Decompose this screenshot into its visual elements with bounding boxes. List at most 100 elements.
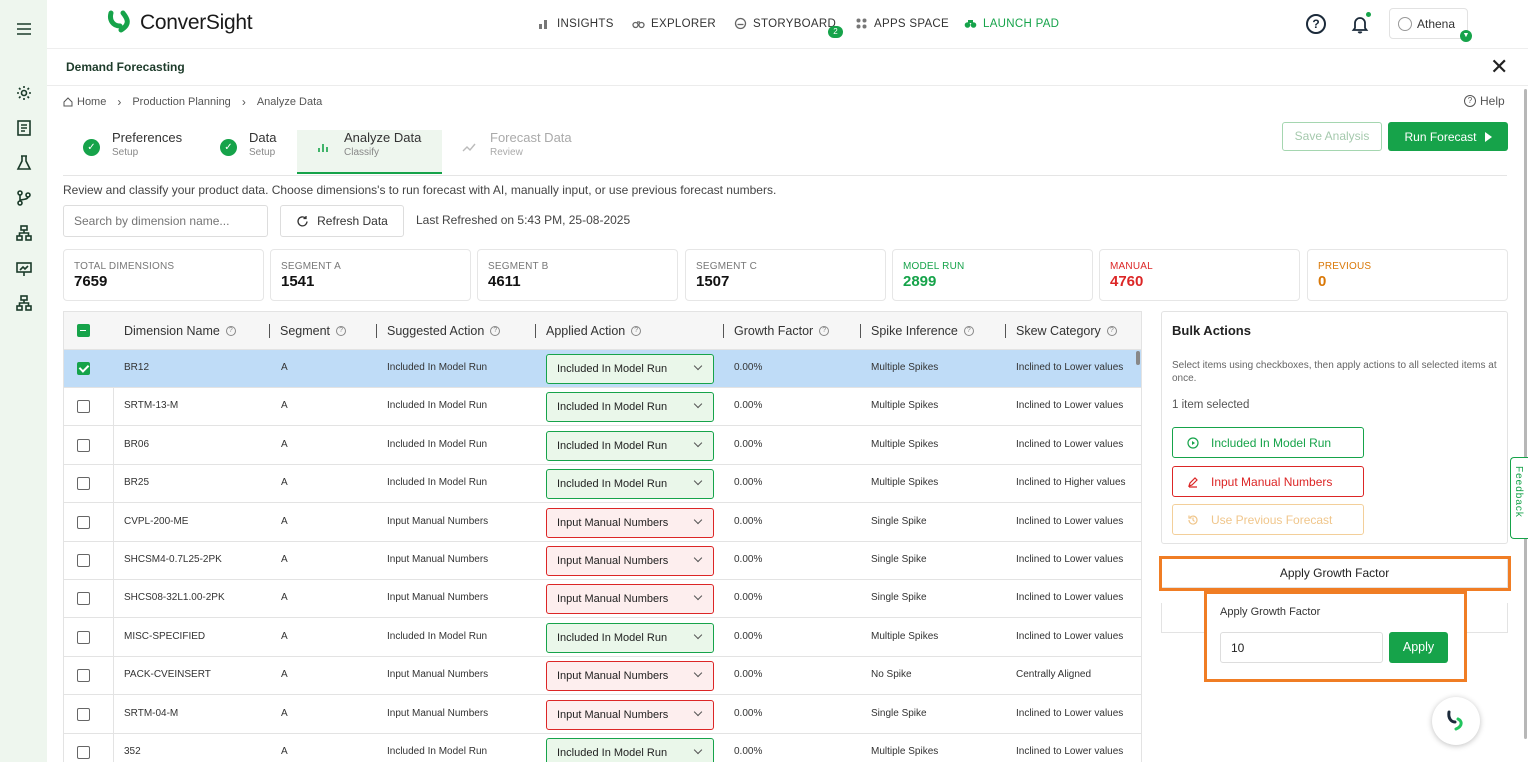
applied-action-select[interactable]: Input Manual Numbers [546,507,714,538]
menu-icon[interactable] [15,20,33,38]
header-suggested-action[interactable]: Suggested Action? [387,324,501,338]
table-row[interactable]: SRTM-13-M A Included In Model Run Included … [64,388,1141,427]
run-forecast-button[interactable]: Run Forecast [1388,122,1508,151]
applied-action-select[interactable]: Included In Model Run [546,738,714,762]
table-scrollbar[interactable] [1136,351,1140,365]
applied-action-select[interactable]: Included In Model Run [546,622,714,653]
step-forecast-data[interactable]: Forecast Data Review [462,130,612,174]
nav-storyboard[interactable]: STORYBOARD [734,17,836,30]
refresh-data-button[interactable]: Refresh Data [280,205,404,237]
row-checkbox[interactable] [77,630,90,644]
refresh-data-label: Refresh Data [317,214,388,228]
applied-action-select[interactable]: Input Manual Numbers [546,546,714,576]
table-row[interactable]: BR12 A Included In Model Run Included In Mo… [64,350,1141,388]
notification-bell-icon[interactable] [1350,14,1370,34]
launch-pad-icon [964,20,977,28]
step-preferences[interactable]: ✓ Preferences Setup [83,130,213,174]
branch-icon[interactable] [15,189,33,207]
row-checkbox[interactable] [77,477,90,491]
header-dimension-name[interactable]: Dimension Name? [124,324,236,338]
row-checkbox[interactable] [77,707,90,721]
nav-insights[interactable]: INSIGHTS [538,17,614,30]
page-scrollbar[interactable] [1524,89,1527,739]
help-circle-icon[interactable]: ? [1306,14,1326,34]
breadcrumb-home[interactable]: Home [77,96,106,108]
select-all-checkbox[interactable] [77,324,90,337]
header-skew-category[interactable]: Skew Category? [1016,324,1117,338]
bulk-include-model-run-button[interactable]: Included In Model Run [1172,427,1364,458]
storyboard-icon [734,17,747,30]
table-row[interactable]: MISC-SPECIFIED A Included In Model Run Incl… [64,619,1141,657]
table-row[interactable]: PACK-CVEINSERT A Input Manual Numbers Input… [64,657,1141,696]
page-description: Review and classify your product data. C… [63,183,777,197]
table-row[interactable]: 352 A Included In Model Run Included In Mod… [64,734,1141,762]
cell-skew-category: Inclined to Lower values [1016,707,1124,719]
growth-factor-input[interactable] [1220,632,1383,663]
help-link[interactable]: ? Help [1464,94,1505,108]
cell-segment: A [281,630,288,642]
stat-segment-c: SEGMENT C 1507 [685,249,886,301]
applied-action-select[interactable]: Included In Model Run [546,469,714,500]
applied-action-select[interactable]: Input Manual Numbers [546,661,714,692]
table-row[interactable]: BR06 A Included In Model Run Included In Mo… [64,427,1141,465]
row-checkbox[interactable] [77,400,90,414]
applied-action-select[interactable]: Included In Model Run [546,430,714,461]
cell-dimension-name: CVPL-200-ME [124,515,189,527]
row-checkbox[interactable] [77,554,90,567]
applied-action-select[interactable]: Input Manual Numbers [546,699,714,730]
search-input[interactable] [63,205,268,237]
user-menu[interactable]: Athena ▼ [1389,8,1472,42]
cell-spike-inference: Multiple Spikes [871,438,939,450]
apply-growth-button[interactable]: Apply [1389,632,1448,663]
org-chart-icon[interactable] [15,294,33,312]
cell-skew-category: Inclined to Lower values [1016,630,1124,642]
table-row[interactable]: SHCS08-32L1.00-2PK A Input Manual Numbers I… [64,580,1141,619]
column-divider [1005,324,1006,338]
presentation-icon[interactable] [15,260,33,278]
hierarchy-icon[interactable] [15,224,33,242]
stat-total-dimensions: TOTAL DIMENSIONS 7659 [63,249,264,301]
row-checkbox[interactable] [77,669,90,683]
cell-spike-inference: Multiple Spikes [871,362,939,373]
report-icon[interactable] [15,119,33,137]
table-row[interactable]: BR25 A Included In Model Run Included In Mo… [64,465,1141,504]
header-applied-action[interactable]: Applied Action? [546,324,642,338]
settings-gear-icon[interactable] [15,84,33,102]
cell-suggested-action: Included In Model Run [387,630,488,642]
step-analyze-data[interactable]: Analyze Data Classify [297,130,442,174]
stat-segment-b: SEGMENT B 4611 [477,249,678,301]
applied-action-select[interactable]: Included In Model Run [546,354,714,384]
row-checkbox[interactable] [77,592,90,606]
save-analysis-button[interactable]: Save Analysis [1282,122,1382,151]
conversight-logo[interactable]: ConverSight [107,10,253,36]
storyboard-count-badge: 2 [828,26,843,38]
cell-dimension-name: MISC-SPECIFIED [124,630,206,642]
table-row[interactable]: SHCSM4-0.7L25-2PK A Input Manual Numbers In… [64,542,1141,580]
feedback-tab[interactable]: Feedback [1510,457,1528,539]
flask-icon[interactable] [15,154,33,172]
applied-action-select[interactable]: Input Manual Numbers [546,584,714,615]
chat-assistant-button[interactable] [1432,697,1480,745]
row-checkbox[interactable] [77,438,90,452]
bulk-input-manual-button[interactable]: Input Manual Numbers [1172,466,1364,497]
row-checkbox[interactable] [77,515,90,529]
close-icon[interactable]: ✕ [1490,56,1508,78]
bulk-use-previous-button[interactable]: Use Previous Forecast [1172,504,1364,535]
column-divider [269,324,270,338]
step-data[interactable]: ✓ Data Setup [220,130,300,174]
table-row[interactable]: SRTM-04-M A Input Manual Numbers Input Manu… [64,696,1141,734]
row-checkbox[interactable] [77,362,90,375]
nav-explorer-label: EXPLORER [651,17,717,30]
cell-spike-inference: Multiple Spikes [871,477,939,489]
header-spike-inference[interactable]: Spike Inference? [871,324,974,338]
table-row[interactable]: CVPL-200-ME A Input Manual Numbers Input Ma… [64,504,1141,542]
breadcrumb-production-planning[interactable]: Production Planning [132,96,230,108]
applied-action-select[interactable]: Included In Model Run [546,392,714,423]
nav-launch-pad[interactable]: LAUNCH PAD [964,17,1059,30]
left-rail [0,0,47,762]
row-checkbox[interactable] [77,746,90,759]
nav-apps-space[interactable]: APPS SPACE [855,17,949,30]
nav-explorer[interactable]: EXPLORER [632,17,716,30]
header-segment[interactable]: Segment? [280,324,347,338]
header-growth-factor[interactable]: Growth Factor? [734,324,830,338]
